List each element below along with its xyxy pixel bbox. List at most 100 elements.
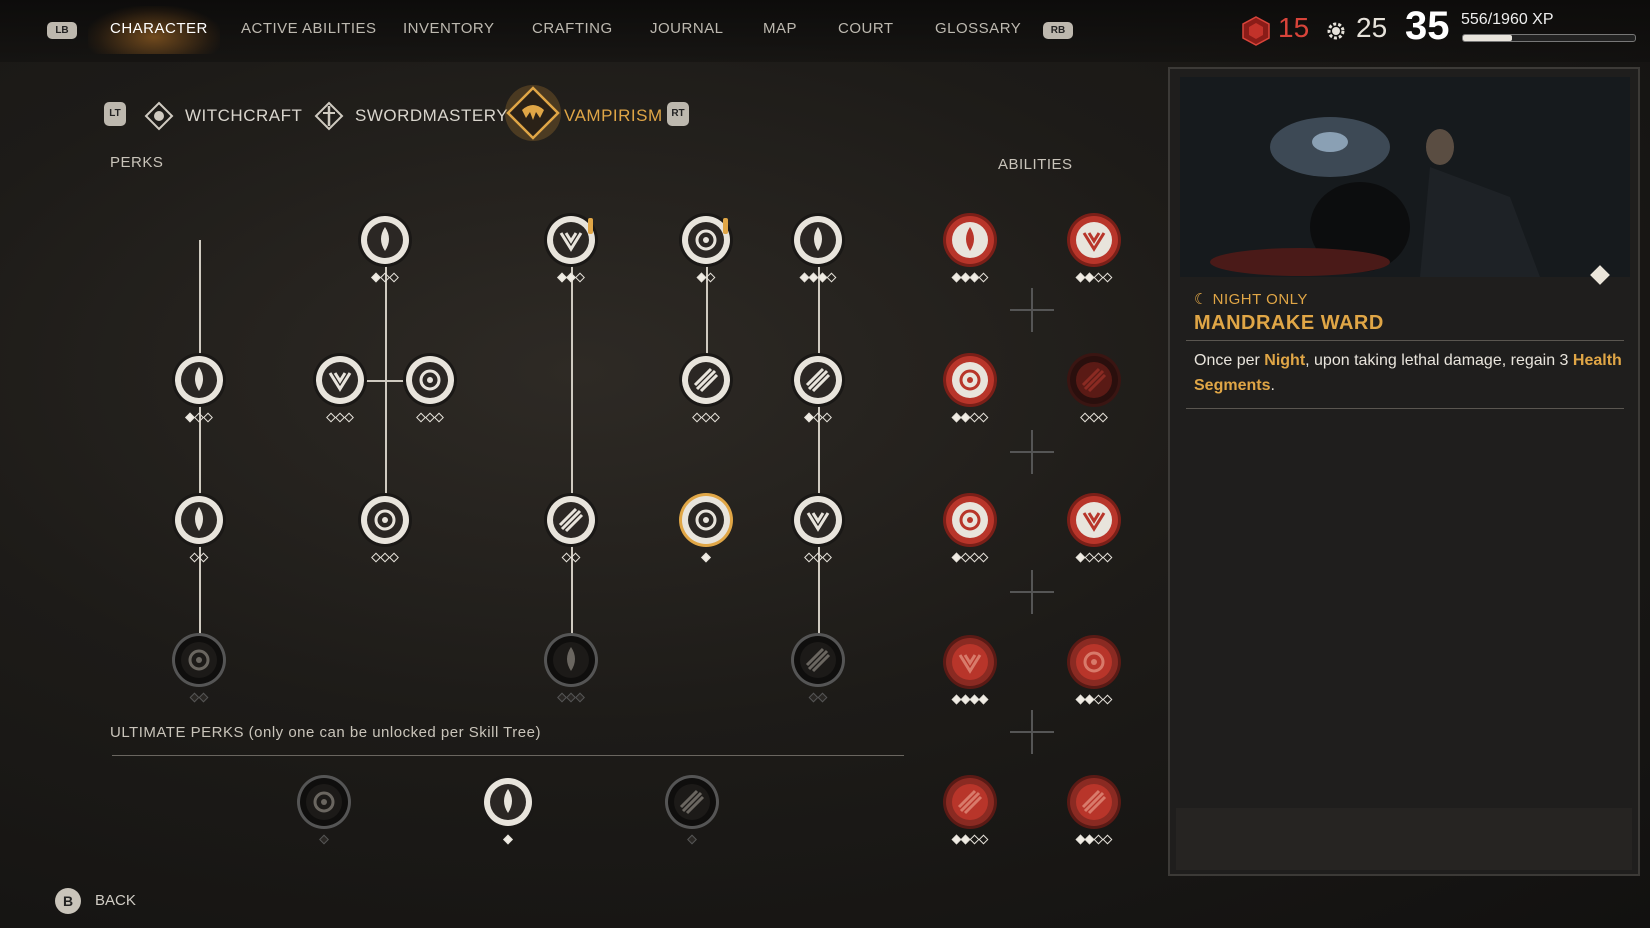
- rank-dot-empty: [1102, 272, 1113, 283]
- rank-dot-empty: [705, 272, 716, 283]
- rank-dot-empty: [319, 834, 329, 845]
- perk-node[interactable]: [542, 491, 600, 549]
- rank-indicator: [951, 272, 989, 283]
- desc-keyword-night: Night: [1264, 352, 1306, 369]
- ability-preview-image: [1180, 77, 1630, 277]
- skill-tree: [0, 0, 1160, 928]
- skill-point-icon: [1327, 22, 1345, 40]
- rank-dot-empty: [826, 272, 837, 283]
- ability-node[interactable]: [941, 491, 999, 549]
- rank-indicator: [951, 694, 989, 705]
- rank-indicator: [371, 552, 399, 563]
- rank-indicator: [692, 412, 720, 423]
- perk-node[interactable]: [789, 491, 847, 549]
- tree-connector: [571, 240, 573, 660]
- rank-indicator: [189, 552, 209, 563]
- new-perk-alert-icon: [588, 218, 593, 234]
- rank-indicator: [951, 834, 989, 845]
- rank-indicator: [808, 692, 828, 703]
- perk-node[interactable]: [677, 351, 735, 409]
- description-divider: [1186, 408, 1624, 409]
- rank-dot-filled: [503, 834, 513, 845]
- perk-node[interactable]: [356, 491, 414, 549]
- rank-indicator: [701, 552, 711, 563]
- ultimate-perk-node[interactable]: [295, 773, 353, 831]
- perk-node[interactable]: [170, 491, 228, 549]
- detail-panel: [1168, 67, 1640, 876]
- perk-node-locked[interactable]: [789, 631, 847, 689]
- rank-indicator: [561, 552, 581, 563]
- ability-node[interactable]: [1065, 633, 1123, 691]
- rank-dot-empty: [198, 552, 209, 563]
- rank-indicator: [1080, 412, 1108, 423]
- rank-indicator: [951, 552, 989, 563]
- rank-indicator: [557, 272, 585, 283]
- rank-indicator: [185, 412, 213, 423]
- rank-indicator: [189, 692, 209, 703]
- perk-node-locked[interactable]: [170, 631, 228, 689]
- rank-indicator: [1075, 694, 1113, 705]
- xp-bar: [1462, 34, 1636, 42]
- title-divider: [1186, 340, 1624, 341]
- rank-dot-empty: [822, 412, 832, 423]
- ability-node[interactable]: [941, 211, 999, 269]
- rank-indicator: [416, 412, 444, 423]
- ability-connector: [1010, 430, 1054, 474]
- ability-node[interactable]: [941, 633, 999, 691]
- ability-node[interactable]: [941, 351, 999, 409]
- perk-node[interactable]: [356, 211, 414, 269]
- perk-node[interactable]: [311, 351, 369, 409]
- desc-text: Once per: [1194, 352, 1265, 369]
- perk-node-locked[interactable]: [542, 631, 600, 689]
- ability-node[interactable]: [1065, 211, 1123, 269]
- rank-dot-empty: [203, 412, 213, 423]
- perk-node[interactable]: [789, 351, 847, 409]
- b-button-hint[interactable]: B: [55, 888, 81, 914]
- rank-indicator: [951, 412, 989, 423]
- rank-indicator: [319, 834, 329, 845]
- perk-node[interactable]: [789, 211, 847, 269]
- rank-indicator: [799, 272, 837, 283]
- ultimate-perk-node[interactable]: [479, 773, 537, 831]
- rank-indicator: [557, 692, 585, 703]
- ability-node[interactable]: [1065, 351, 1123, 409]
- rank-dot-empty: [1102, 694, 1113, 705]
- rank-dot-empty: [978, 412, 989, 423]
- rank-indicator: [804, 412, 832, 423]
- rank-indicator: [503, 834, 513, 845]
- xp-bar-fill: [1463, 35, 1512, 41]
- perk-node[interactable]: [170, 351, 228, 409]
- ability-node[interactable]: [941, 773, 999, 831]
- preview-scene-image: [1180, 77, 1630, 277]
- rank-dot-empty: [1102, 834, 1113, 845]
- rank-dot-empty: [1102, 552, 1113, 563]
- rank-indicator: [1075, 552, 1113, 563]
- rank-dot-empty: [817, 692, 828, 703]
- perk-node[interactable]: [401, 351, 459, 409]
- back-label[interactable]: BACK: [95, 892, 136, 909]
- blood-count: 15: [1278, 12, 1310, 43]
- ability-node[interactable]: [1065, 773, 1123, 831]
- rank-dot-empty: [575, 272, 585, 283]
- ultimate-perk-node[interactable]: [663, 773, 721, 831]
- blood-gem-icon: [1242, 16, 1270, 46]
- rank-dot-empty: [344, 412, 354, 423]
- rank-dot-empty: [198, 692, 209, 703]
- rank-indicator: [696, 272, 716, 283]
- night-only-tag: ☾ NIGHT ONLY: [1194, 291, 1308, 308]
- rank-indicator: [804, 552, 832, 563]
- rank-dot-empty: [434, 412, 444, 423]
- tree-connector: [818, 240, 820, 660]
- rank-dot-empty: [389, 552, 399, 563]
- rank-dot-filled: [978, 694, 989, 705]
- mandrake-ward-perk-node[interactable]: [677, 491, 735, 549]
- ability-connector: [1010, 710, 1054, 754]
- desc-text: .: [1270, 377, 1275, 394]
- ability-connector: [1010, 570, 1054, 614]
- rank-dot-empty: [978, 834, 989, 845]
- rank-dot-empty: [687, 834, 697, 845]
- xp-readout: 556/1960 XP: [1461, 11, 1554, 28]
- rank-indicator: [687, 834, 697, 845]
- new-perk-alert-icon: [723, 218, 728, 234]
- ability-node[interactable]: [1065, 491, 1123, 549]
